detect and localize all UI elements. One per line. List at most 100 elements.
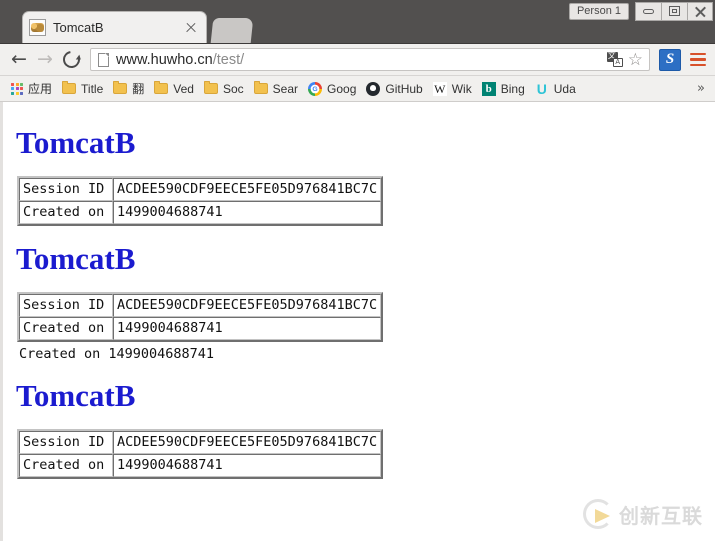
reload-button[interactable] xyxy=(58,47,84,73)
tab-title: TomcatB xyxy=(53,20,104,35)
bookmark-label: 应用 xyxy=(28,82,53,96)
session-id-label: Session ID xyxy=(19,294,113,317)
table-row: Created on 1499004688741 xyxy=(19,201,382,224)
github-icon xyxy=(366,81,381,96)
omnibox-actions: A ☆ xyxy=(606,50,645,68)
reload-icon xyxy=(59,47,83,72)
navigation-toolbar: ← → www.huwho.cn/test/ A ☆ S xyxy=(0,44,715,76)
page-title: TomcatB xyxy=(16,378,136,413)
bookmark-translate[interactable]: 翻 xyxy=(108,79,149,99)
bookmark-github[interactable]: GitHub xyxy=(361,79,427,99)
page-content: TomcatB Session ID ACDEE590CDF9EECE5FE05… xyxy=(3,102,715,479)
close-icon[interactable] xyxy=(184,21,198,35)
url-text: www.huwho.cn/test/ xyxy=(116,52,244,68)
created-on-value: 1499004688741 xyxy=(113,201,382,224)
bookmark-label: 翻 xyxy=(132,82,145,96)
address-bar[interactable]: www.huwho.cn/test/ A ☆ xyxy=(90,48,650,71)
minimize-button[interactable] xyxy=(635,1,661,21)
session-id-label: Session ID xyxy=(19,178,113,201)
translate-icon[interactable]: A xyxy=(606,50,623,67)
bookmarks-bar: 应用 Title 翻 Ved Soc Sear Goog Git xyxy=(0,76,715,102)
bookmark-ved[interactable]: Ved xyxy=(149,79,199,99)
bookmark-wikipedia[interactable]: W Wik xyxy=(428,79,477,99)
close-window-button[interactable] xyxy=(687,1,713,21)
watermark: 创新互联 xyxy=(583,499,703,529)
arrow-left-icon: ← xyxy=(11,48,27,70)
udacity-icon: U xyxy=(536,80,547,97)
hamburger-menu-icon[interactable] xyxy=(687,49,709,71)
minimize-icon xyxy=(643,8,654,14)
arrow-right-icon: → xyxy=(37,48,53,70)
folder-icon xyxy=(253,81,268,94)
created-on-plain-text: Created on 1499004688741 xyxy=(19,346,215,362)
bookmark-star-icon[interactable]: ☆ xyxy=(628,51,643,68)
watermark-logo-icon xyxy=(583,499,613,529)
bookmark-label: Ved xyxy=(173,81,194,96)
bookmark-soc[interactable]: Soc xyxy=(199,79,249,99)
folder-icon xyxy=(62,81,77,94)
bookmark-label: Goog xyxy=(327,81,357,96)
bookmarks-overflow-icon[interactable]: » xyxy=(697,81,709,96)
bookmark-google[interactable]: Goog xyxy=(303,79,361,99)
session-table: Session ID ACDEE590CDF9EECE5FE05D976841B… xyxy=(17,176,384,226)
folder-icon xyxy=(154,81,169,94)
maximize-button[interactable] xyxy=(661,1,687,21)
page-viewport: TomcatB Session ID ACDEE590CDF9EECE5FE05… xyxy=(0,102,715,541)
back-button[interactable]: ← xyxy=(6,47,32,73)
session-id-value: ACDEE590CDF9EECE5FE05D976841BC7C xyxy=(113,431,382,454)
bookmark-label: Title xyxy=(81,81,104,96)
session-id-value: ACDEE590CDF9EECE5FE05D976841BC7C xyxy=(113,294,382,317)
forward-button[interactable]: → xyxy=(32,47,58,73)
created-on-label: Created on xyxy=(19,454,113,477)
browser-window: TomcatB Person 1 ← → www.huwho.cn/test/ xyxy=(0,0,715,541)
session-block: TomcatB Session ID ACDEE590CDF9EECE5FE05… xyxy=(14,127,715,226)
table-row: Session ID ACDEE590CDF9EECE5FE05D976841B… xyxy=(19,294,382,317)
table-row: Session ID ACDEE590CDF9EECE5FE05D976841B… xyxy=(19,178,382,201)
page-title: TomcatB xyxy=(16,241,136,276)
tab-tomcatb[interactable]: TomcatB xyxy=(22,11,207,43)
folder-icon xyxy=(113,81,128,94)
session-block: TomcatB Session ID ACDEE590CDF9EECE5FE05… xyxy=(14,243,715,363)
table-row: Created on 1499004688741 xyxy=(19,317,382,340)
bookmark-udacity[interactable]: U Uda xyxy=(530,79,581,99)
close-icon xyxy=(694,5,707,18)
folder-icon xyxy=(203,81,218,94)
bookmark-title[interactable]: Title xyxy=(57,79,108,99)
tab-strip: TomcatB Person 1 xyxy=(0,0,715,44)
translate-letter: A xyxy=(612,58,623,67)
tomcat-cat-icon xyxy=(29,19,46,36)
bing-icon: b xyxy=(481,81,496,96)
created-on-value: 1499004688741 xyxy=(113,317,382,340)
session-table: Session ID ACDEE590CDF9EECE5FE05D976841B… xyxy=(17,429,384,479)
bookmark-apps[interactable]: 应用 xyxy=(6,79,57,99)
bookmark-bing[interactable]: b Bing xyxy=(477,79,530,99)
window-controls: Person 1 xyxy=(568,1,713,21)
bookmark-label: GitHub xyxy=(385,81,423,96)
bookmark-label: Bing xyxy=(500,81,525,96)
bookmark-sear[interactable]: Sear xyxy=(249,79,303,99)
extension-icon[interactable]: S xyxy=(659,48,681,71)
session-id-value: ACDEE590CDF9EECE5FE05D976841BC7C xyxy=(113,178,382,201)
session-table: Session ID ACDEE590CDF9EECE5FE05D976841B… xyxy=(17,292,384,342)
url-host: www.huwho.cn xyxy=(116,51,213,68)
profile-button[interactable]: Person 1 xyxy=(568,2,629,20)
session-block: TomcatB Session ID ACDEE590CDF9EECE5FE05… xyxy=(14,380,715,479)
created-on-label: Created on xyxy=(19,317,113,340)
google-icon xyxy=(308,81,323,96)
watermark-text: 创新互联 xyxy=(619,503,703,528)
bookmark-label: Sear xyxy=(272,81,299,96)
url-path: /test/ xyxy=(212,51,245,68)
created-on-value: 1499004688741 xyxy=(113,454,382,477)
created-on-label: Created on xyxy=(19,201,113,224)
page-document-icon xyxy=(98,52,109,67)
session-id-label: Session ID xyxy=(19,431,113,454)
wikipedia-icon: W xyxy=(432,81,447,96)
bookmark-label: Wik xyxy=(451,81,472,96)
apps-grid-icon xyxy=(11,82,23,95)
bookmark-label: Soc xyxy=(222,81,244,96)
bookmark-label: Uda xyxy=(553,81,576,96)
new-tab-button[interactable] xyxy=(210,18,254,43)
table-row: Created on 1499004688741 xyxy=(19,454,382,477)
maximize-icon xyxy=(669,6,680,16)
page-title: TomcatB xyxy=(16,125,136,160)
